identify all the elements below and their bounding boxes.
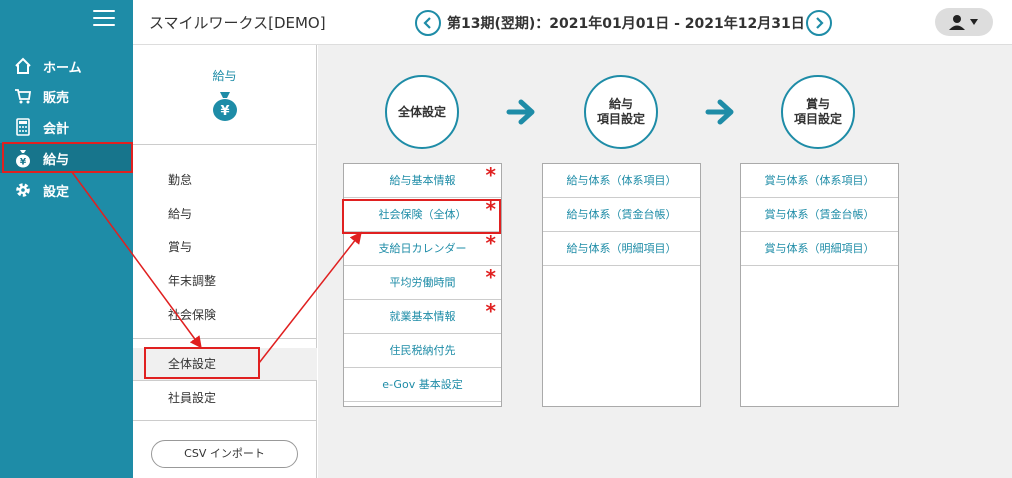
list-item-label: 就業基本情報 xyxy=(389,310,456,323)
gear-icon xyxy=(13,180,33,200)
step-label: 項目設定 xyxy=(596,112,645,126)
arrow-right-icon xyxy=(705,99,734,125)
main-area: 全体設定 給与 項目設定 賞与 項目設定 給与基本情報 * 社会保険（全体） * 支給日… xyxy=(318,45,1012,478)
list-item-social-insurance[interactable]: 社会保険（全体） * xyxy=(344,197,501,232)
user-menu-button[interactable] xyxy=(935,8,993,36)
list-item-label: e-Gov 基本設定 xyxy=(382,378,463,391)
submenu-item-year-end[interactable]: 年末調整 xyxy=(133,264,317,298)
step-bonus-items[interactable]: 賞与 項目設定 xyxy=(781,75,855,149)
bonus-items-list: 賞与体系（体系項目） 賞与体系（賃金台帳） 賞与体系（明細項目） xyxy=(740,163,899,407)
sidebar-item-payroll[interactable]: ¥ 給与 xyxy=(0,143,133,173)
list-item-payday-calendar[interactable]: 支給日カレンダー * xyxy=(344,231,501,266)
list-item-bonus-wage-ledger[interactable]: 賞与体系（賃金台帳） xyxy=(741,198,898,232)
list-item-egov-settings[interactable]: e-Gov 基本設定 xyxy=(344,368,501,402)
required-mark: * xyxy=(485,163,496,187)
list-item-resident-tax-payee[interactable]: 住民税納付先 xyxy=(344,334,501,368)
list-item-salary-detail-items[interactable]: 給与体系（明細項目） xyxy=(543,232,700,266)
money-bag-icon: ¥ xyxy=(212,92,237,121)
submenu-title: 給与 xyxy=(212,69,237,83)
prev-period-button[interactable] xyxy=(415,10,441,36)
home-icon xyxy=(13,56,33,76)
user-icon xyxy=(949,15,978,30)
header: スマイルワークス[DEMO] 第13期(翌期)：2021年01月01日 - 20… xyxy=(133,0,1012,45)
arrow-right-icon xyxy=(506,99,535,125)
step-label: 全体設定 xyxy=(397,104,446,119)
step-salary-items[interactable]: 給与 項目設定 xyxy=(584,75,658,149)
sidebar-item-label: 設定 xyxy=(43,184,70,200)
sidebar-item-label: 給与 xyxy=(43,152,70,168)
submenu-header: 給与 ¥ xyxy=(133,45,316,145)
chevron-left-icon xyxy=(423,17,431,29)
list-item-label: 社会保険（全体） xyxy=(378,208,467,221)
sidebar-item-label: 販売 xyxy=(43,90,70,106)
required-mark: * xyxy=(485,231,496,255)
period-label: 第13期(翌期)：2021年01月01日 - 2021年12月31日 xyxy=(447,16,805,32)
step-label: 項目設定 xyxy=(793,112,842,126)
list-item-label: 平均労働時間 xyxy=(389,276,456,289)
submenu-item-social-insurance[interactable]: 社会保険 xyxy=(133,298,317,332)
step-label: 賞与 xyxy=(805,97,830,111)
app-title: スマイルワークス[DEMO] xyxy=(149,14,326,32)
money-bag-icon: ¥ xyxy=(13,148,33,168)
csv-import-button[interactable]: CSV インポート xyxy=(151,440,298,468)
list-item-bonus-system-items[interactable]: 賞与体系（体系項目） xyxy=(741,164,898,198)
list-item-work-basic-info[interactable]: 就業基本情報 * xyxy=(344,299,501,334)
next-period-button[interactable] xyxy=(806,10,832,36)
general-settings-list: 給与基本情報 * 社会保険（全体） * 支給日カレンダー * 平均労働時間 * 就業基本… xyxy=(343,163,502,407)
submenu-item-employee-settings[interactable]: 社員設定 xyxy=(133,381,317,415)
submenu-item-general-settings[interactable]: 全体設定 xyxy=(133,347,317,381)
divider xyxy=(133,338,317,339)
menu-icon[interactable] xyxy=(93,10,115,26)
list-item-bonus-detail-items[interactable]: 賞与体系（明細項目） xyxy=(741,232,898,266)
chevron-right-icon xyxy=(816,17,824,29)
step-label: 給与 xyxy=(608,97,633,111)
required-mark: * xyxy=(485,265,496,289)
list-item-label: 給与基本情報 xyxy=(389,174,456,187)
sidebar-item-label: ホーム xyxy=(43,60,82,76)
calculator-icon xyxy=(13,117,33,137)
list-item-label: 住民税納付先 xyxy=(389,344,456,357)
required-mark: * xyxy=(485,299,496,323)
list-item-salary-system-items[interactable]: 給与体系（体系項目） xyxy=(543,164,700,198)
submenu-panel: 給与 ¥ 勤怠 給与 賞与 年末調整 社会保険 全体設定 社員設定 CSV イン… xyxy=(133,45,317,478)
svg-text:¥: ¥ xyxy=(220,104,229,119)
list-item-basic-salary-info[interactable]: 給与基本情報 * xyxy=(344,163,501,198)
list-item-label: 支給日カレンダー xyxy=(378,242,467,255)
sidebar-item-sales[interactable]: 販売 xyxy=(0,81,133,111)
divider xyxy=(133,420,317,421)
sidebar-item-label: 会計 xyxy=(43,121,70,137)
sidebar-item-accounting[interactable]: 会計 xyxy=(0,112,133,142)
salary-items-list: 給与体系（体系項目） 給与体系（賃金台帳） 給与体系（明細項目） xyxy=(542,163,701,407)
step-general-settings[interactable]: 全体設定 xyxy=(385,75,459,149)
sidebar-item-home[interactable]: ホーム xyxy=(0,51,133,81)
required-mark: * xyxy=(485,197,496,221)
cart-icon xyxy=(13,86,33,106)
list-item-avg-working-hours[interactable]: 平均労働時間 * xyxy=(344,265,501,300)
submenu-item-salary[interactable]: 給与 xyxy=(133,197,317,231)
submenu-item-bonus[interactable]: 賞与 xyxy=(133,230,317,264)
list-item-salary-wage-ledger[interactable]: 給与体系（賃金台帳） xyxy=(543,198,700,232)
submenu-item-attendance[interactable]: 勤怠 xyxy=(133,163,317,197)
sidebar-item-settings[interactable]: 設定 xyxy=(0,175,133,205)
sidebar: ホーム 販売 会計 ¥ 給与 設定 xyxy=(0,0,133,478)
svg-text:¥: ¥ xyxy=(20,158,27,168)
